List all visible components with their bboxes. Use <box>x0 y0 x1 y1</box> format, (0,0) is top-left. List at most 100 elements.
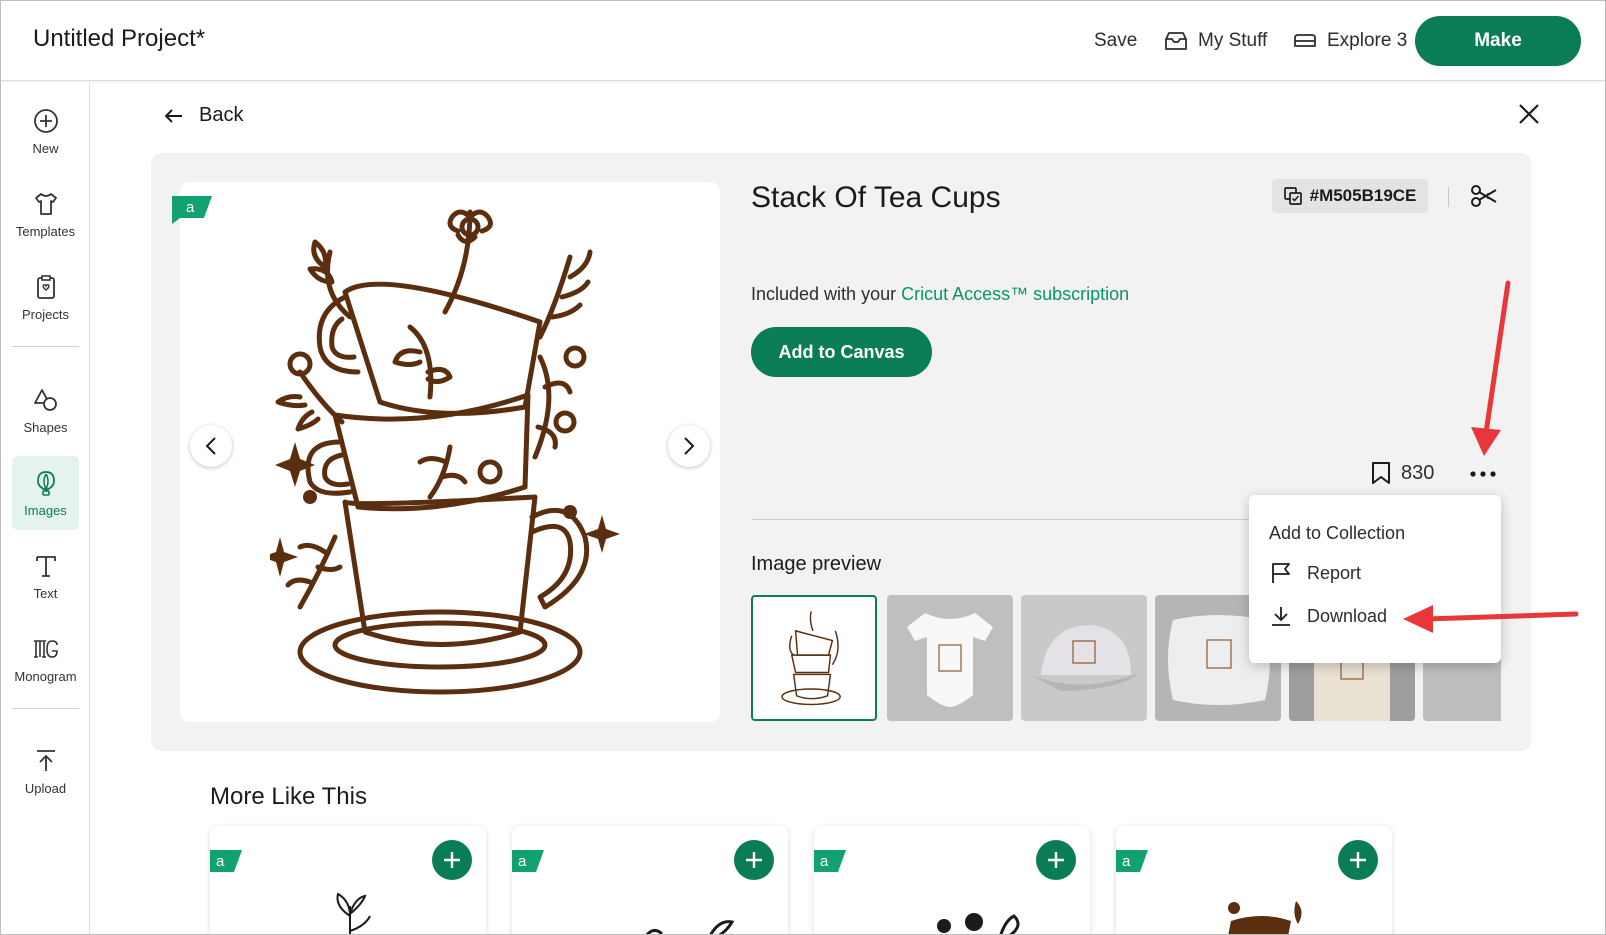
similar-image-card[interactable]: a <box>1116 826 1392 934</box>
sidebar-item-upload[interactable]: Upload <box>12 734 79 808</box>
explore-button[interactable]: Explore 3 <box>1293 30 1407 52</box>
access-badge-icon: a <box>1116 850 1148 872</box>
project-title[interactable]: Untitled Project* <box>33 25 205 53</box>
inbox-icon <box>1165 32 1187 50</box>
sidebar-item-label: New <box>32 140 59 156</box>
preview-thumb-cap[interactable] <box>1021 595 1147 721</box>
next-image-button[interactable] <box>668 425 710 467</box>
flag-icon <box>1272 563 1290 583</box>
sidebar-item-label: Text <box>33 585 58 601</box>
bookmark-icon <box>1372 462 1390 484</box>
similar-artwork-thumbnail <box>1228 901 1302 934</box>
chevron-right-icon <box>684 437 695 455</box>
similar-image-card[interactable]: a <box>512 826 788 934</box>
plus-icon <box>1350 852 1366 868</box>
svg-text:a: a <box>216 853 225 870</box>
previous-image-button[interactable] <box>190 425 232 467</box>
monogram-icon <box>33 639 58 658</box>
more-options-button[interactable] <box>1465 459 1501 489</box>
svg-text:a: a <box>518 853 527 870</box>
sidebar-divider <box>12 346 79 347</box>
image-id-chip[interactable]: #M505B19CE <box>1272 179 1428 213</box>
back-label: Back <box>199 104 244 126</box>
balloon-icon <box>36 470 55 496</box>
cricut-access-link[interactable]: Cricut Access™ subscription <box>901 284 1129 304</box>
save-label: Save <box>1094 30 1138 51</box>
clipboard-icon <box>36 274 55 299</box>
onesie-mockup <box>907 613 993 707</box>
similar-image-card[interactable]: a <box>210 826 486 934</box>
app-window: Untitled Project* Save My Stuff Explore … <box>0 0 1606 935</box>
shirt-icon <box>34 192 57 215</box>
similar-artwork-thumbnail <box>336 892 371 934</box>
bookmark-count-value: 830 <box>1401 461 1435 484</box>
similar-image-card[interactable]: a <box>814 826 1090 934</box>
sidebar-item-label: Monogram <box>14 668 77 684</box>
preview-thumb-onesie[interactable] <box>887 595 1013 721</box>
access-badge-icon: a <box>172 196 212 224</box>
similar-artwork-thumbnail <box>645 920 735 934</box>
add-plus-button[interactable] <box>734 840 774 880</box>
shapes-icon <box>33 388 57 411</box>
more-like-this-heading: More Like This <box>210 783 367 810</box>
access-inclusion-text: Included with your Cricut Access™ subscr… <box>751 284 1129 305</box>
image-title: Stack Of Tea Cups <box>751 181 1001 214</box>
my-stuff-button[interactable]: My Stuff <box>1164 30 1267 52</box>
text-icon <box>35 555 56 577</box>
sidebar-item-text[interactable]: Text <box>12 539 79 613</box>
sidebar-item-shapes[interactable]: Shapes <box>12 373 79 447</box>
sidebar-item-monogram[interactable]: Monogram <box>12 622 79 696</box>
close-icon[interactable] <box>1518 103 1540 125</box>
sidebar-item-images[interactable]: Images <box>12 456 79 530</box>
copy-icon <box>1283 187 1302 205</box>
arrow-left-icon <box>165 108 182 123</box>
more-horizontal-icon <box>1470 471 1496 477</box>
similar-artwork-thumbnail <box>937 913 1020 934</box>
sidebar-item-label: Images <box>24 502 67 518</box>
menu-item-report[interactable]: Report <box>1269 561 1361 585</box>
access-badge-icon: a <box>512 850 544 872</box>
image-preview-heading: Image preview <box>751 553 882 575</box>
sidebar-item-new[interactable]: New <box>12 94 79 168</box>
save-button[interactable]: Save <box>1094 30 1137 52</box>
sidebar-divider <box>12 708 79 709</box>
add-to-canvas-button[interactable]: Add to Canvas <box>751 327 932 377</box>
add-plus-button[interactable] <box>1036 840 1076 880</box>
left-sidebar: New Templates Projects Shapes Images Tex… <box>1 82 90 934</box>
svg-text:a: a <box>1122 853 1131 870</box>
plus-icon <box>1048 852 1064 868</box>
machine-icon <box>1294 34 1316 47</box>
sidebar-item-templates[interactable]: Templates <box>12 177 79 251</box>
svg-text:a: a <box>820 853 829 870</box>
download-icon <box>1272 607 1290 626</box>
explore-label: Explore 3 <box>1327 30 1408 51</box>
access-badge-icon: a <box>814 850 846 872</box>
menu-item-add-to-collection[interactable]: Add to Collection <box>1269 523 1405 544</box>
sidebar-item-label: Templates <box>15 223 76 239</box>
preview-thumb-design[interactable] <box>751 595 877 721</box>
top-header: Untitled Project* Save My Stuff Explore … <box>1 1 1605 81</box>
access-badge-icon: a <box>210 850 242 872</box>
menu-item-label: Report <box>1307 562 1362 583</box>
bookmark-count[interactable]: 830 <box>1371 461 1434 485</box>
make-button[interactable]: Make <box>1415 16 1581 66</box>
my-stuff-label: My Stuff <box>1198 30 1268 51</box>
header-separator <box>1448 187 1449 207</box>
add-plus-button[interactable] <box>432 840 472 880</box>
add-plus-button[interactable] <box>1338 840 1378 880</box>
scissors-icon[interactable] <box>1470 182 1500 210</box>
sidebar-item-label: Shapes <box>23 419 68 435</box>
menu-item-download[interactable]: Download <box>1269 604 1387 628</box>
chevron-left-icon <box>205 437 216 455</box>
image-id-label: #M505B19CE <box>1309 186 1417 205</box>
menu-item-label: Download <box>1307 605 1388 626</box>
back-button[interactable]: Back <box>165 104 243 127</box>
more-options-menu: Add to Collection Report Download <box>1249 495 1501 663</box>
plus-icon <box>746 852 762 868</box>
main-image-viewer: a <box>172 182 720 722</box>
sidebar-item-label: Projects <box>22 306 69 322</box>
tea-cups-thumbnail <box>781 611 841 706</box>
sidebar-item-projects[interactable]: Projects <box>12 260 79 334</box>
upload-icon <box>36 749 55 771</box>
svg-text:a: a <box>186 199 195 216</box>
